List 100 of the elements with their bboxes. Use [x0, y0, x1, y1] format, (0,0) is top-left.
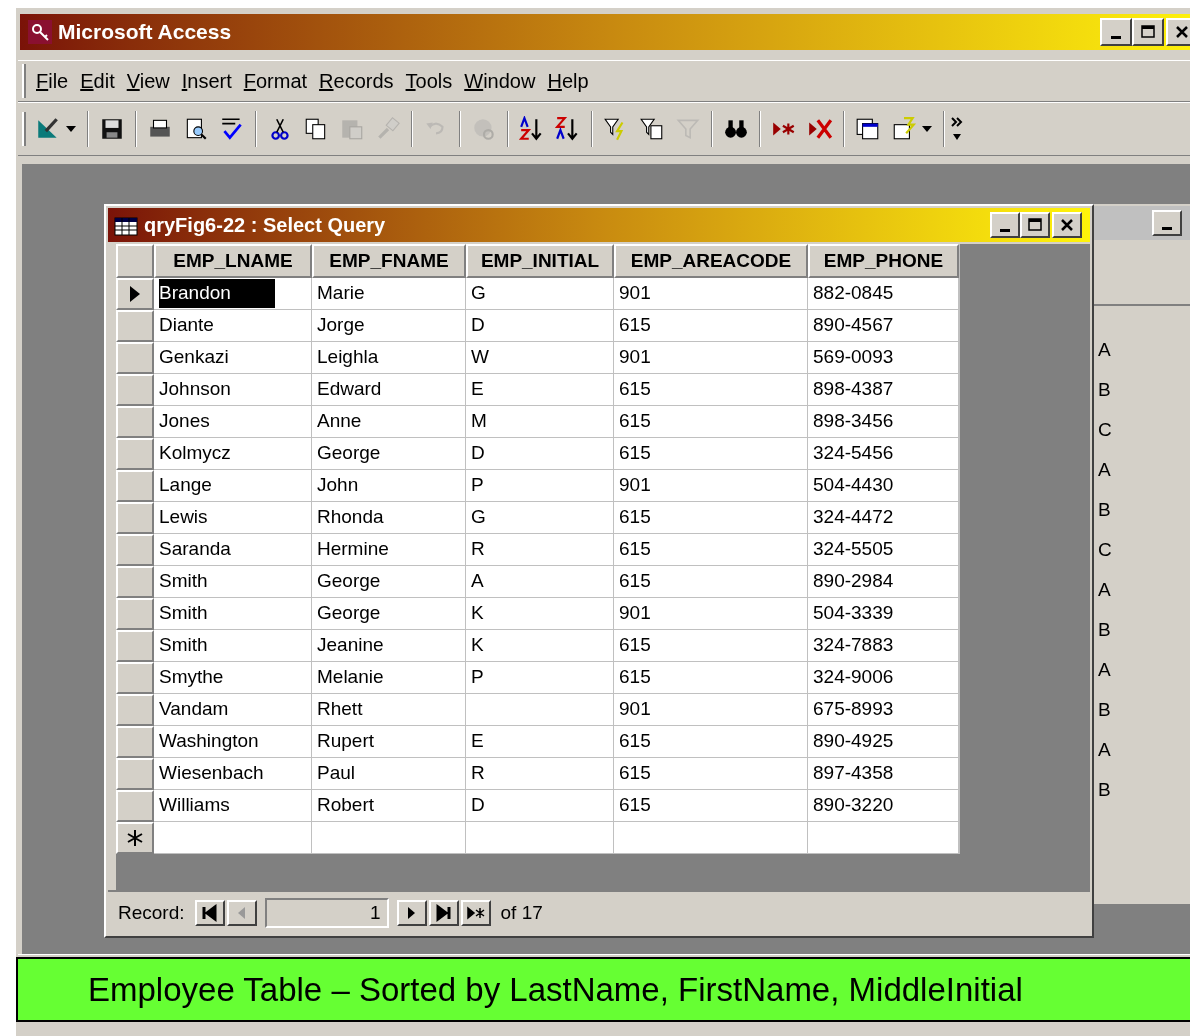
row-selector[interactable]	[116, 822, 154, 854]
previous-record-button[interactable]	[226, 900, 257, 926]
save-icon	[99, 116, 125, 142]
table-cell: 324-5505	[808, 534, 959, 566]
minimize-button[interactable]	[1152, 210, 1182, 236]
table-cell: 890-2984	[808, 566, 959, 598]
table-cell: 615	[614, 662, 808, 694]
table-cell: R	[466, 758, 614, 790]
menu-item[interactable]: Edit	[74, 66, 121, 96]
close-button[interactable]	[1052, 212, 1082, 238]
table-cell: Smith	[154, 566, 312, 598]
menu-item[interactable]: Tools	[399, 66, 459, 96]
table-cell: Wiesenbach	[154, 758, 312, 790]
table-cell: Anne	[312, 406, 466, 438]
table-cell: 324-7883	[808, 630, 959, 662]
caret-icon	[65, 125, 77, 133]
table-cell: 569-0093	[808, 342, 959, 374]
last-record-button[interactable]	[428, 900, 459, 926]
table-cell: 890-4925	[808, 726, 959, 758]
table-cell-text: C	[1097, 538, 1113, 562]
table-cell: Washington	[154, 726, 312, 758]
table-cell: 615	[614, 630, 808, 662]
table-cell: Rupert	[312, 726, 466, 758]
table-cell: Leighla	[312, 342, 466, 374]
table-cell: Williams	[154, 790, 312, 822]
caret-icon	[921, 125, 933, 133]
table-cell: M	[466, 406, 614, 438]
table-cell: Hermine	[312, 534, 466, 566]
new-record-button[interactable]	[460, 900, 491, 926]
table-cell-text: A	[1097, 458, 1112, 482]
table-cell: Diante	[154, 310, 312, 342]
menu-item[interactable]: Records	[313, 66, 400, 96]
table-cell: Smith	[154, 630, 312, 662]
new-record-icon	[126, 829, 144, 847]
maximize-button[interactable]	[1020, 212, 1050, 238]
minimize-button[interactable]	[1100, 18, 1132, 46]
delete-record-icon	[807, 116, 833, 142]
table-cell: 615	[614, 534, 808, 566]
skip-back-icon	[200, 904, 219, 922]
table-cell-text: B	[1097, 698, 1112, 722]
table-cell-text: B	[1097, 378, 1112, 402]
table-cell: 615	[614, 790, 808, 822]
table-cell: 615	[614, 502, 808, 534]
table-cell: George	[312, 598, 466, 630]
table-cell-text: B	[1097, 778, 1112, 802]
minimize-icon	[1162, 226, 1172, 230]
menu-item[interactable]: Insert	[175, 66, 238, 96]
table-cell: 504-3339	[808, 598, 959, 630]
close-icon	[1060, 218, 1074, 232]
table-cell: 901	[614, 278, 808, 310]
table-cell: W	[466, 342, 614, 374]
record-number-field[interactable]: 1	[264, 898, 389, 928]
table-cell: 901	[614, 694, 808, 726]
table-cell: 615	[614, 726, 808, 758]
table-cell: 615	[614, 438, 808, 470]
caption-banner: Employee Table – Sorted by LastName, FirstName, MiddleInitial	[16, 957, 1190, 1022]
skip-forward-icon	[434, 904, 453, 922]
table-cell: 901	[614, 470, 808, 502]
table-cell: 898-4387	[808, 374, 959, 406]
app-title: Microsoft Access	[58, 19, 232, 46]
table-cell: 324-4472	[808, 502, 959, 534]
table-cell: 615	[614, 406, 808, 438]
menu-item[interactable]: File	[30, 66, 75, 96]
column-header[interactable]: EMP_PHONE	[808, 244, 959, 278]
column-header[interactable]: EMP_FNAME	[312, 244, 466, 278]
menu-item[interactable]: View	[120, 66, 176, 96]
table-cell: Saranda	[154, 534, 312, 566]
first-record-button[interactable]	[194, 900, 225, 926]
table-cell: D	[466, 438, 614, 470]
column-header[interactable]: EMP_INITIAL	[466, 244, 614, 278]
table-cell: G	[466, 502, 614, 534]
table-cell-text: A	[1097, 658, 1112, 682]
table-cell: Genkazi	[154, 342, 312, 374]
column-header[interactable]: EMP_LNAME	[154, 244, 312, 278]
table-cell: Lewis	[154, 502, 312, 534]
current-record-icon	[129, 285, 141, 303]
table-cell: Smythe	[154, 662, 312, 694]
maximize-button[interactable]	[1132, 18, 1164, 46]
next-record-button[interactable]	[396, 900, 427, 926]
table-cell: Robert	[312, 790, 466, 822]
column-header[interactable]: EMP_AREACODE	[614, 244, 808, 278]
close-button[interactable]	[1166, 18, 1190, 46]
menu-item[interactable]: Format	[237, 66, 314, 96]
table-cell-text: B	[1097, 618, 1112, 642]
database-window-icon	[855, 116, 881, 142]
minimize-icon	[1111, 35, 1121, 39]
table-cell: G	[466, 278, 614, 310]
table-cell: Rhonda	[312, 502, 466, 534]
menu-item[interactable]: Help	[541, 66, 595, 96]
spelling-icon	[219, 116, 245, 142]
table-cell: Vandam	[154, 694, 312, 726]
menu-item[interactable]: Window	[458, 66, 542, 96]
brush-icon	[375, 116, 401, 142]
row-selector[interactable]	[116, 278, 154, 310]
minimize-icon	[1000, 228, 1010, 232]
minimize-button[interactable]	[990, 212, 1020, 238]
table-cell: Lange	[154, 470, 312, 502]
table-cell: 901	[614, 342, 808, 374]
globe-icon	[471, 116, 497, 142]
table-cell: P	[466, 470, 614, 502]
